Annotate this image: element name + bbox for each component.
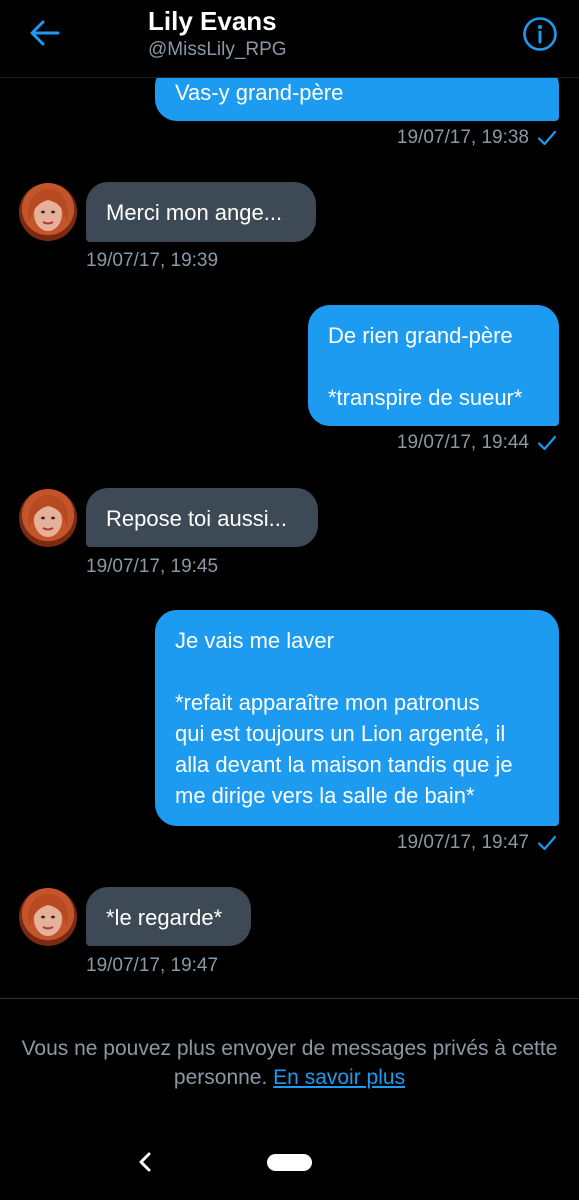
received-message-bubble[interactable]: Merci mon ange... <box>86 182 316 242</box>
avatar[interactable] <box>19 183 77 241</box>
message-timestamp: 19/07/17, 19:47 <box>86 955 219 976</box>
info-icon[interactable] <box>522 16 558 52</box>
avatar[interactable] <box>19 489 77 547</box>
footer-divider <box>0 998 579 999</box>
avatar-image <box>28 189 68 231</box>
message-thread[interactable]: Vas-y grand-père 19/07/17, 19:38 Merci m… <box>0 0 579 998</box>
message-timestamp: 19/07/17, 19:44 <box>397 432 557 454</box>
avatar-image <box>28 495 68 537</box>
conversation-title-block[interactable]: Lily Evans @MissLily_RPG <box>148 4 287 62</box>
system-navigation-bar <box>0 1128 579 1200</box>
chevron-left-icon[interactable] <box>132 1148 158 1176</box>
message-timestamp: 19/07/17, 19:39 <box>86 250 219 271</box>
conversation-header: Lily Evans @MissLily_RPG <box>0 0 579 78</box>
timestamp-text: 19/07/17, 19:44 <box>396 432 529 453</box>
received-message-bubble[interactable]: *le regarde* <box>86 887 251 946</box>
message-timestamp: 19/07/17, 19:38 <box>397 127 557 149</box>
avatar[interactable] <box>19 888 77 946</box>
home-pill[interactable] <box>267 1154 312 1171</box>
arrow-left-icon[interactable] <box>28 18 62 48</box>
dm-disabled-notice: Vous ne pouvez plus envoyer de messages … <box>20 1034 559 1092</box>
avatar-image <box>28 894 68 936</box>
timestamp-text: 19/07/17, 19:38 <box>396 127 529 148</box>
contact-handle: @MissLily_RPG <box>148 39 287 60</box>
received-message-bubble[interactable]: Repose toi aussi... <box>86 488 318 547</box>
timestamp-text: 19/07/17, 19:47 <box>396 832 529 853</box>
check-icon <box>537 435 557 451</box>
message-timestamp: 19/07/17, 19:47 <box>397 832 557 854</box>
contact-name: Lily Evans <box>148 6 277 36</box>
learn-more-link[interactable]: En savoir plus <box>273 1066 405 1089</box>
sent-message-bubble[interactable]: Je vais me laver *refait apparaître mon … <box>155 610 559 826</box>
sent-message-bubble[interactable]: De rien grand-père *transpire de sueur* <box>308 305 559 426</box>
check-icon <box>537 835 557 851</box>
message-timestamp: 19/07/17, 19:45 <box>86 556 219 577</box>
check-icon <box>537 130 557 146</box>
